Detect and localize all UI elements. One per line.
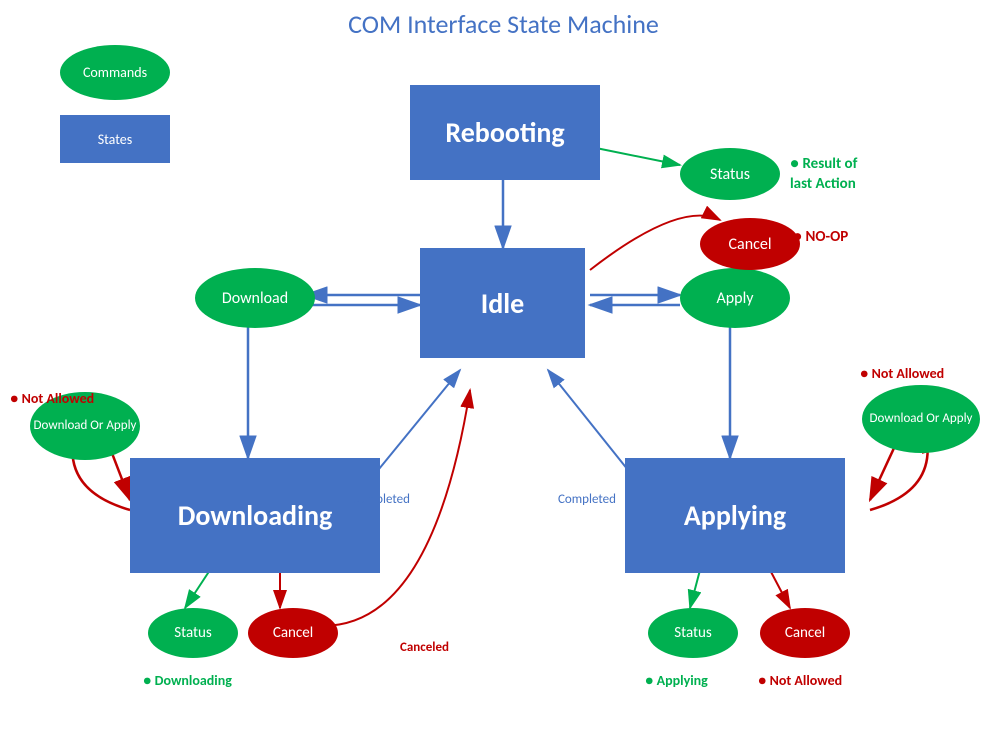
label-not-allowed-left: ● Not Allowed [10,390,94,407]
state-rebooting: Rebooting [410,85,600,180]
label-not-allowed-right: ● Not Allowed [860,365,944,382]
command-download-or-apply-right: Download Or Apply [862,385,980,453]
label-completed-right: Completed [558,492,616,507]
command-status-top: Status [680,148,780,200]
state-applying: Applying [625,458,845,573]
command-status-downloading: Status [148,608,238,658]
state-downloading: Downloading [130,458,380,573]
command-status-applying: Status [648,608,738,658]
command-apply: Apply [680,268,790,328]
command-cancel-applying: Cancel [760,608,850,658]
label-completed-left: Completed [352,492,410,507]
label-canceled: Canceled [400,640,449,655]
command-cancel-downloading: Cancel [248,608,338,658]
label-no-op: ● NO-OP [793,228,848,246]
diagram-title: COM Interface State Machine [0,8,1007,40]
label-applying-status: ● Applying [645,672,708,689]
command-cancel-top: Cancel [700,218,800,270]
legend-commands: Commands [60,45,170,100]
diagram-container: COM Interface State Machine [0,0,1007,734]
command-download: Download [195,268,315,328]
label-result-of-last-action: ● Result oflast Action [790,155,857,194]
state-idle: Idle [420,248,585,358]
legend-states: States [60,115,170,163]
label-downloading-status: ● Downloading [143,672,232,689]
label-not-allowed-applying: ● Not Allowed [758,672,842,689]
